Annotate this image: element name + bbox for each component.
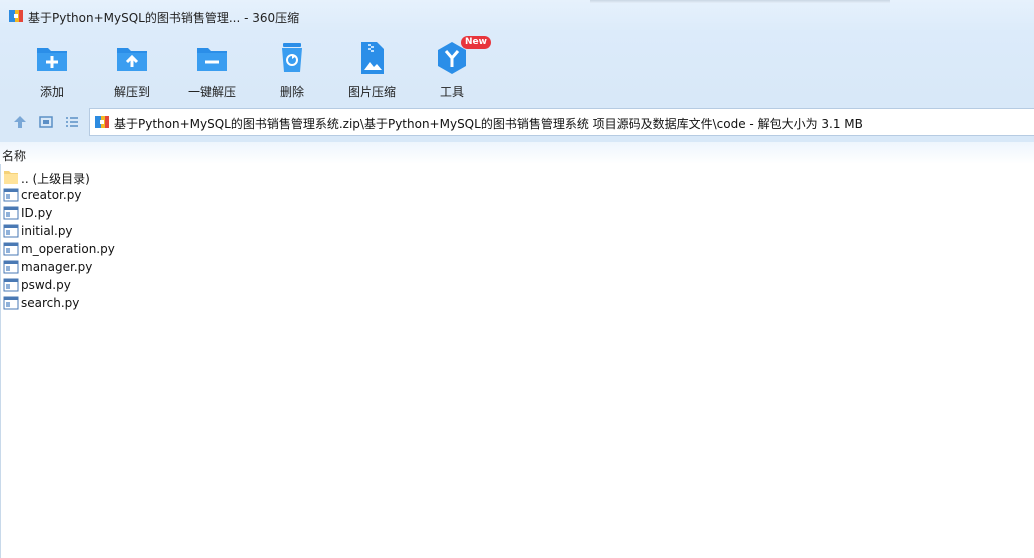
file-name: manager.py [21, 260, 93, 274]
list-item-parent-folder[interactable]: .. (上级目录) [0, 168, 300, 186]
column-header: 名称 [0, 142, 1034, 164]
file-name: m_operation.py [21, 242, 115, 256]
file-name: creator.py [21, 188, 82, 202]
one-click-extract-icon [197, 48, 227, 71]
column-name-header[interactable]: 名称 [2, 147, 26, 164]
recycle-bin-icon [282, 43, 302, 72]
address-bar[interactable]: 基于Python+MySQL的图书销售管理系统.zip\基于Python+MyS… [89, 108, 1034, 136]
tools-button[interactable]: New 工具 [412, 36, 492, 99]
main-toolbar: 添加 解压到 一键解压 删除 图片压缩 New 工具 [0, 32, 1034, 102]
python-file-icon [3, 260, 19, 274]
python-file-icon [3, 188, 19, 202]
title-bar: 基于Python+MySQL的图书销售管理... - 360压缩 [0, 0, 1034, 32]
python-file-icon [3, 224, 19, 238]
delete-label: 删除 [279, 85, 304, 99]
list-item[interactable]: creator.py [0, 186, 300, 204]
add-button[interactable]: 添加 [12, 38, 92, 99]
list-view-icon[interactable] [64, 114, 80, 130]
list-item[interactable]: m_operation.py [0, 240, 300, 258]
address-row: 基于Python+MySQL的图书销售管理系统.zip\基于Python+MyS… [0, 102, 1034, 142]
extract-to-label: 解压到 [113, 85, 150, 99]
image-compress-icon [361, 42, 384, 74]
zip-archive-icon [95, 116, 109, 128]
list-item[interactable]: ID.py [0, 204, 300, 222]
file-name: ID.py [21, 206, 53, 220]
up-arrow-icon[interactable] [12, 114, 28, 130]
list-item[interactable]: initial.py [0, 222, 300, 240]
delete-button[interactable]: 删除 [252, 38, 332, 99]
list-item[interactable]: pswd.py [0, 276, 300, 294]
add-label: 添加 [39, 85, 64, 99]
extract-to-button[interactable]: 解压到 [92, 38, 172, 99]
tools-label: 工具 [439, 85, 464, 99]
python-file-icon [3, 296, 19, 310]
list-item[interactable]: manager.py [0, 258, 300, 276]
python-file-icon [3, 206, 19, 220]
python-file-icon [3, 278, 19, 292]
thumbnail-view-icon[interactable] [38, 114, 54, 130]
one-click-extract-label: 一键解压 [187, 85, 236, 99]
image-compress-label: 图片压缩 [347, 85, 396, 99]
file-name: .. (上级目录) [21, 172, 90, 186]
app-logo-icon [9, 10, 23, 22]
list-item[interactable]: search.py [0, 294, 300, 312]
overlay-shadow [590, 0, 890, 3]
extract-to-icon [117, 48, 147, 71]
window-title: 基于Python+MySQL的图书销售管理... - 360压缩 [28, 11, 300, 25]
folder-icon [4, 171, 18, 184]
address-path: 基于Python+MySQL的图书销售管理系统.zip\基于Python+MyS… [114, 117, 863, 131]
file-name: search.py [21, 296, 80, 310]
image-compress-button[interactable]: 图片压缩 [332, 38, 412, 99]
file-name: initial.py [21, 224, 73, 238]
python-file-icon [3, 242, 19, 256]
add-folder-icon [37, 48, 67, 71]
one-click-extract-button[interactable]: 一键解压 [172, 38, 252, 99]
file-name: pswd.py [21, 278, 71, 292]
new-badge: New [461, 36, 491, 49]
